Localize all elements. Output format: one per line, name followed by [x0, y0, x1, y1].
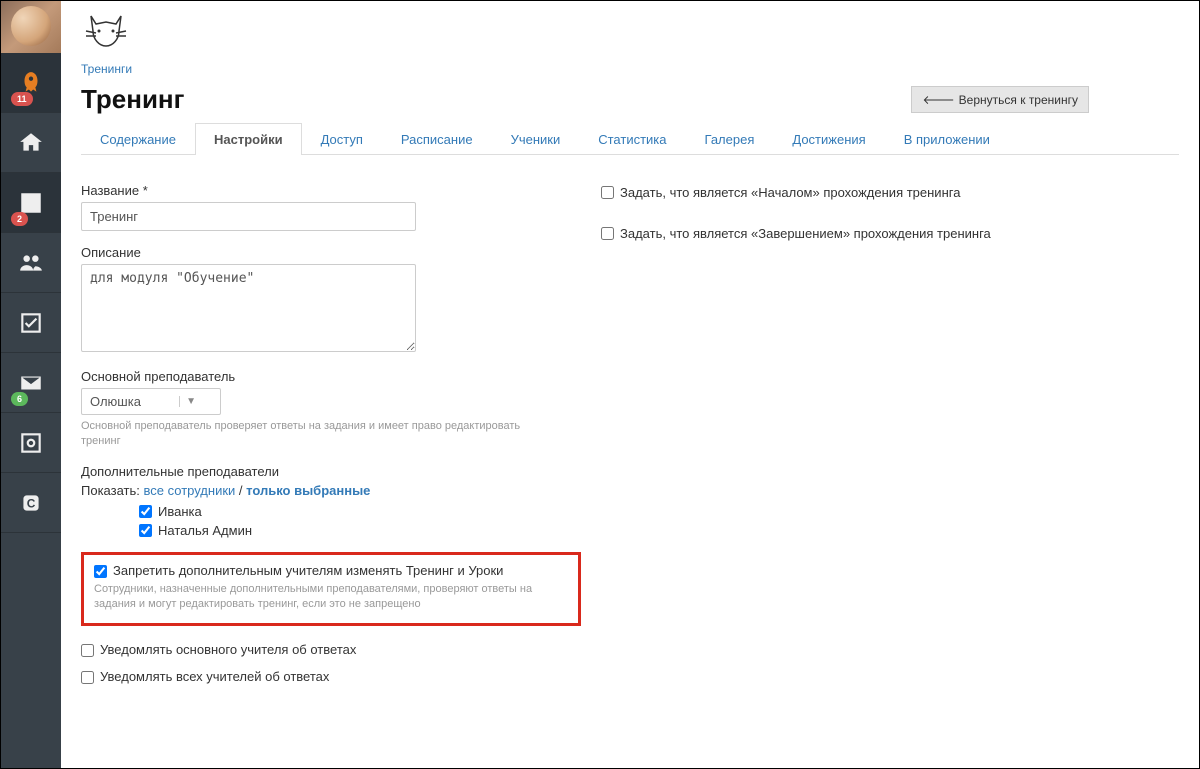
checkbox-icon — [18, 310, 44, 336]
teacher-item: Иванка — [139, 504, 541, 519]
tab-access[interactable]: Доступ — [302, 123, 382, 155]
extra-teachers-label: Дополнительные преподаватели — [81, 464, 541, 479]
start-label: Задать, что является «Началом» прохожден… — [620, 185, 960, 200]
notify-all-label: Уведомлять всех учителей об ответах — [100, 669, 329, 684]
svg-text:C: C — [27, 496, 36, 510]
teacher-item: Наталья Админ — [139, 523, 541, 538]
desc-textarea[interactable]: для модуля "Обучение" — [81, 264, 416, 352]
nav-rocket[interactable]: 11 — [1, 53, 61, 113]
nav-home[interactable] — [1, 113, 61, 173]
notify-main-label: Уведомлять основного учителя об ответах — [100, 642, 356, 657]
back-button[interactable]: 🡐 Вернуться к тренингу — [911, 86, 1089, 113]
teacher-checkbox-1[interactable] — [139, 505, 152, 518]
name-input[interactable] — [81, 202, 416, 231]
restrict-highlight: Запретить дополнительным учителям изменя… — [81, 552, 581, 626]
notify-main-checkbox[interactable] — [81, 644, 94, 657]
form-right-column: Задать, что является «Началом» прохожден… — [601, 183, 1179, 696]
show-all-link[interactable]: все сотрудники — [144, 483, 236, 498]
tab-achievements[interactable]: Достижения — [773, 123, 884, 155]
left-sidebar: 11 2 6 C — [1, 1, 61, 768]
show-selected-link[interactable]: только выбранные — [246, 483, 370, 498]
back-button-label: Вернуться к тренингу — [959, 93, 1078, 107]
form-left-column: Название * Описание для модуля "Обучение… — [81, 183, 541, 696]
badge-rocket: 11 — [11, 92, 33, 106]
desc-label: Описание — [81, 245, 541, 260]
cat-logo-icon — [81, 11, 131, 51]
teacher-help: Основной преподаватель проверяет ответы … — [81, 419, 541, 450]
tab-in-app[interactable]: В приложении — [885, 123, 1009, 155]
breadcrumb-trainings[interactable]: Тренинги — [81, 62, 132, 76]
teacher-select-value: Олюшка — [90, 394, 141, 409]
nav-safe[interactable] — [1, 413, 61, 473]
name-label: Название * — [81, 183, 541, 198]
nav-users[interactable] — [1, 233, 61, 293]
nav-check[interactable] — [1, 293, 61, 353]
tab-gallery[interactable]: Галерея — [686, 123, 774, 155]
nav-chart[interactable]: 2 — [1, 173, 61, 233]
avatar[interactable] — [1, 1, 61, 53]
chevron-down-icon: ▼ — [179, 396, 196, 407]
teacher-filter: Показать: все сотрудники / только выбран… — [81, 483, 541, 498]
arrow-left-icon: 🡐 — [922, 92, 954, 107]
show-label: Показать: — [81, 483, 140, 498]
tab-students[interactable]: Ученики — [492, 123, 580, 155]
teacher-select[interactable]: Олюшка ▼ — [81, 388, 221, 415]
teacher-label: Основной преподаватель — [81, 369, 541, 384]
tab-stats[interactable]: Статистика — [579, 123, 685, 155]
notify-all-checkbox[interactable] — [81, 671, 94, 684]
teacher-name-1: Иванка — [158, 504, 202, 519]
home-icon — [18, 130, 44, 156]
teacher-checkbox-2[interactable] — [139, 524, 152, 537]
page-title: Тренинг — [81, 84, 184, 115]
badge-mail: 6 — [11, 392, 28, 406]
restrict-label: Запретить дополнительным учителям изменя… — [113, 563, 503, 578]
users-icon — [18, 250, 44, 276]
end-label: Задать, что является «Завершением» прохо… — [620, 226, 991, 241]
nav-mail[interactable]: 6 — [1, 353, 61, 413]
logo — [61, 1, 1199, 58]
tab-settings[interactable]: Настройки — [195, 123, 302, 155]
tabs: Содержание Настройки Доступ Расписание У… — [81, 123, 1179, 155]
restrict-checkbox[interactable] — [94, 565, 107, 578]
tab-schedule[interactable]: Расписание — [382, 123, 492, 155]
main-panel: Тренинги Тренинг 🡐 Вернуться к тренингу … — [61, 1, 1199, 768]
c-icon: C — [18, 490, 44, 516]
nav-c[interactable]: C — [1, 473, 61, 533]
end-checkbox[interactable] — [601, 227, 614, 240]
badge-chart: 2 — [11, 212, 28, 226]
teacher-name-2: Наталья Админ — [158, 523, 252, 538]
start-checkbox[interactable] — [601, 186, 614, 199]
breadcrumb: Тренинги — [61, 58, 1199, 82]
safe-icon — [18, 430, 44, 456]
tab-content[interactable]: Содержание — [81, 123, 195, 155]
restrict-help: Сотрудники, назначенные дополнительными … — [94, 582, 568, 613]
